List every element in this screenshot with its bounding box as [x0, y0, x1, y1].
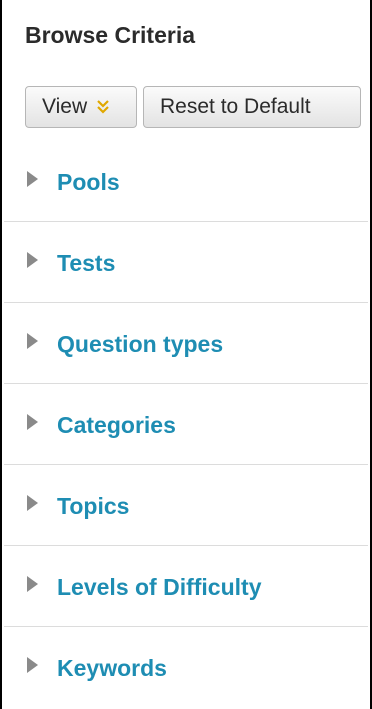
criteria-label: Levels of Difficulty [57, 574, 262, 600]
criteria-item-categories[interactable]: Categories [4, 384, 368, 465]
caret-right-icon [27, 171, 38, 187]
criteria-label: Question types [57, 331, 224, 357]
criteria-item-levels-of-difficulty[interactable]: Levels of Difficulty [4, 546, 368, 627]
view-button[interactable]: View [25, 86, 137, 128]
reset-button-label: Reset to Default [160, 95, 311, 118]
caret-right-icon [27, 414, 38, 430]
criteria-item-question-types[interactable]: Question types [4, 303, 368, 384]
double-chevron-down-icon [97, 100, 109, 114]
caret-right-icon [27, 657, 38, 673]
caret-right-icon [27, 576, 38, 592]
reset-to-default-button[interactable]: Reset to Default [143, 86, 361, 128]
caret-right-icon [27, 333, 38, 349]
criteria-item-keywords[interactable]: Keywords [4, 627, 368, 708]
browse-criteria-panel: Browse Criteria View Reset to Default Po… [0, 0, 372, 709]
criteria-item-pools[interactable]: Pools [4, 141, 368, 222]
toolbar: View Reset to Default [25, 86, 361, 128]
panel-title: Browse Criteria [25, 22, 196, 48]
criteria-item-tests[interactable]: Tests [4, 222, 368, 303]
criteria-label: Topics [57, 493, 130, 519]
criteria-list: Pools Tests Question types Categories To… [4, 141, 368, 708]
criteria-item-topics[interactable]: Topics [4, 465, 368, 546]
view-button-label: View [42, 95, 88, 118]
criteria-label: Categories [57, 412, 176, 438]
criteria-label: Pools [57, 169, 120, 195]
criteria-label: Tests [57, 250, 116, 276]
caret-right-icon [27, 495, 38, 511]
criteria-label: Keywords [57, 655, 167, 681]
caret-right-icon [27, 252, 38, 268]
